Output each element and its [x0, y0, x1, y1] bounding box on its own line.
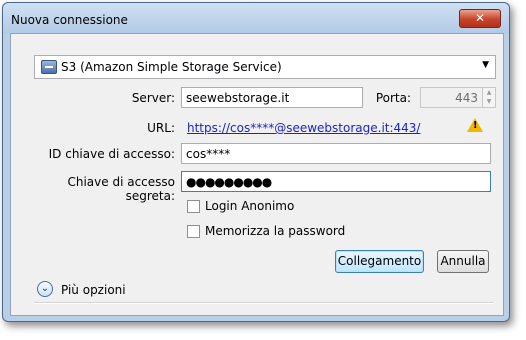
access-key-label: ID chiave di accesso:	[48, 147, 175, 161]
anonymous-login-checkbox[interactable]	[187, 200, 200, 213]
secret-key-input[interactable]: ●●●●●●●●●	[181, 171, 491, 192]
s3-drive-icon	[41, 60, 57, 74]
protocol-selected-value: S3 (Amazon Simple Storage Service)	[61, 60, 282, 74]
secret-key-label: Chiave di accesso segreta:	[67, 175, 175, 203]
server-input[interactable]: seewebstorage.it	[181, 87, 363, 108]
cancel-button[interactable]: Annulla	[437, 250, 489, 273]
title-bar: Nuova connessione ✕	[3, 3, 509, 33]
chevron-down-icon[interactable]: ⌄	[37, 281, 53, 297]
port-input[interactable]: 443	[420, 87, 483, 108]
dropdown-arrow-icon[interactable]: ▼	[482, 60, 489, 70]
url-link[interactable]: https://cos****@seewebstorage.it:443/	[187, 121, 420, 135]
url-label: URL:	[147, 121, 175, 135]
server-label: Server:	[131, 91, 175, 105]
dialog-body: S3 (Amazon Simple Storage Service) ▼ Ser…	[10, 33, 504, 316]
save-password-label[interactable]: Memorizza la password	[205, 224, 345, 238]
more-options-label[interactable]: Più opzioni	[61, 283, 126, 297]
connection-dialog: Nuova connessione ✕ S3 (Amazon Simple St…	[2, 2, 510, 322]
connect-button[interactable]: Collegamento	[335, 250, 424, 273]
protocol-select[interactable]: S3 (Amazon Simple Storage Service) ▼	[34, 55, 496, 79]
close-button[interactable]: ✕	[459, 9, 501, 28]
divider	[34, 302, 494, 304]
window-title: Nuova connessione	[11, 13, 128, 27]
warning-icon[interactable]: !	[467, 118, 483, 132]
save-password-checkbox[interactable]	[187, 225, 200, 238]
anonymous-login-label[interactable]: Login Anonimo	[205, 199, 294, 213]
access-key-input[interactable]: cos****	[181, 143, 491, 164]
port-spinner[interactable]: ▲ ▼	[482, 87, 496, 108]
port-label: Porta:	[375, 91, 411, 105]
